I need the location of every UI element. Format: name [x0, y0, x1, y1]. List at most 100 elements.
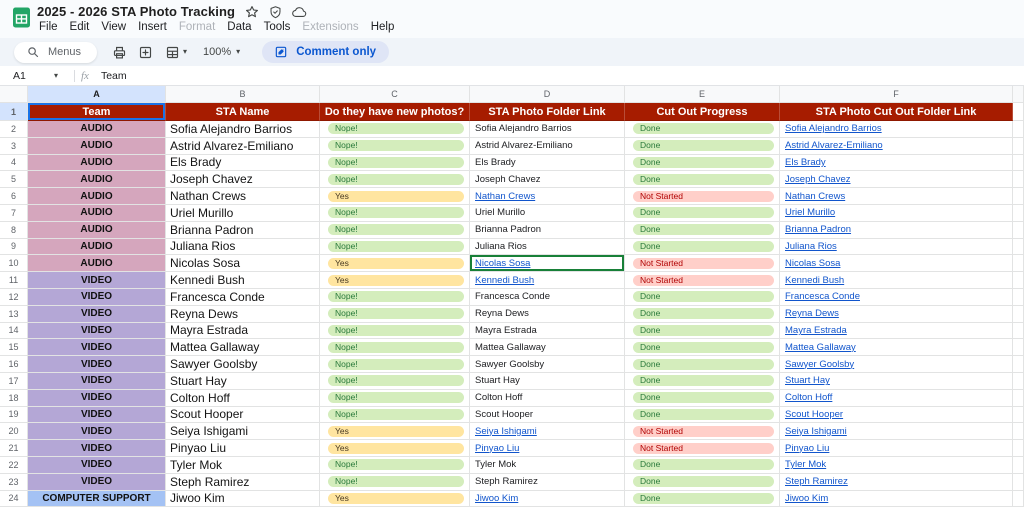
sta-name-cell[interactable]: Kennedi Bush [166, 272, 320, 289]
new-photos-chip[interactable]: Nope! [328, 224, 464, 235]
team-cell[interactable]: VIDEO [28, 457, 166, 474]
cutout-folder-cell[interactable]: Tyler Mok [780, 457, 1013, 474]
new-photos-cell[interactable]: Nope! [320, 222, 470, 239]
cutout-folder-cell[interactable]: Reyna Dews [780, 306, 1013, 323]
photo-folder-cell[interactable]: Francesca Conde [470, 289, 625, 306]
cutout-folder-link[interactable]: Juliana Rios [785, 241, 837, 252]
row-number[interactable]: 16 [0, 356, 28, 373]
cutout-folder-cell[interactable]: Nathan Crews [780, 188, 1013, 205]
photo-folder-cell[interactable]: Nicolas Sosa [470, 255, 625, 272]
cutout-folder-cell[interactable]: Astrid Alvarez-Emiliano [780, 138, 1013, 155]
photo-folder-cell[interactable]: Brianna Padron [470, 222, 625, 239]
team-cell[interactable]: VIDEO [28, 407, 166, 424]
document-title[interactable]: 2025 - 2026 STA Photo Tracking [37, 4, 235, 19]
empty-cell[interactable] [1013, 121, 1024, 138]
cutout-folder-link[interactable]: Brianna Padron [785, 224, 851, 235]
cutout-folder-link[interactable]: Nathan Crews [785, 191, 845, 202]
column-header-f[interactable]: F [780, 86, 1013, 103]
header-cell-new-photos[interactable]: Do they have new photos? [320, 103, 470, 121]
new-photos-cell[interactable]: Nope! [320, 306, 470, 323]
menu-item-file[interactable]: File [33, 20, 64, 34]
progress-chip[interactable]: Done [633, 359, 774, 370]
team-cell[interactable]: VIDEO [28, 323, 166, 340]
team-cell[interactable]: AUDIO [28, 205, 166, 222]
row-number[interactable]: 21 [0, 440, 28, 457]
sheets-logo-icon[interactable] [11, 7, 32, 28]
new-photos-chip[interactable]: Nope! [328, 409, 464, 420]
photo-folder-text[interactable]: Nicolas Sosa [475, 258, 530, 269]
printer-icon[interactable] [111, 44, 128, 61]
row-number[interactable]: 6 [0, 188, 28, 205]
cutout-folder-link[interactable]: Steph Ramirez [785, 476, 848, 487]
new-photos-cell[interactable]: Yes [320, 272, 470, 289]
progress-chip[interactable]: Done [633, 157, 774, 168]
sta-name-cell[interactable]: Stuart Hay [166, 373, 320, 390]
empty-cell[interactable] [1013, 440, 1024, 457]
new-photos-chip[interactable]: Yes [328, 258, 464, 269]
empty-cell[interactable] [1013, 323, 1024, 340]
progress-cell[interactable]: Done [625, 205, 780, 222]
new-photos-chip[interactable]: Nope! [328, 308, 464, 319]
cutout-folder-link[interactable]: Astrid Alvarez-Emiliano [785, 140, 883, 151]
team-cell[interactable]: VIDEO [28, 306, 166, 323]
empty-cell[interactable] [1013, 205, 1024, 222]
new-photos-cell[interactable]: Nope! [320, 390, 470, 407]
row-number[interactable]: 5 [0, 171, 28, 188]
progress-cell[interactable]: Done [625, 373, 780, 390]
new-photos-cell[interactable]: Yes [320, 440, 470, 457]
row-number[interactable]: 15 [0, 339, 28, 356]
photo-folder-text[interactable]: Pinyao Liu [475, 443, 519, 454]
progress-cell[interactable]: Done [625, 171, 780, 188]
cutout-folder-cell[interactable]: Sofia Alejandro Barrios [780, 121, 1013, 138]
team-cell[interactable]: AUDIO [28, 171, 166, 188]
cutout-folder-cell[interactable]: Els Brady [780, 155, 1013, 172]
team-cell[interactable]: VIDEO [28, 440, 166, 457]
team-cell[interactable]: VIDEO [28, 339, 166, 356]
cutout-folder-link[interactable]: Colton Hoff [785, 392, 832, 403]
team-cell[interactable]: VIDEO [28, 423, 166, 440]
cutout-folder-cell[interactable]: Sawyer Goolsby [780, 356, 1013, 373]
new-photos-chip[interactable]: Nope! [328, 359, 464, 370]
header-cell-team[interactable]: Team [28, 103, 166, 121]
sta-name-cell[interactable]: Colton Hoff [166, 390, 320, 407]
empty-cell[interactable] [1013, 103, 1024, 121]
cutout-folder-link[interactable]: Nicolas Sosa [785, 258, 840, 269]
column-header-a[interactable]: A [28, 86, 166, 103]
progress-cell[interactable]: Not Started [625, 440, 780, 457]
empty-cell[interactable] [1013, 457, 1024, 474]
sta-name-cell[interactable]: Nathan Crews [166, 188, 320, 205]
empty-cell[interactable] [1013, 407, 1024, 424]
sta-name-cell[interactable]: Mayra Estrada [166, 323, 320, 340]
team-cell[interactable]: VIDEO [28, 356, 166, 373]
column-header-e[interactable]: E [625, 86, 780, 103]
row-number[interactable]: 24 [0, 491, 28, 507]
cutout-folder-cell[interactable]: Colton Hoff [780, 390, 1013, 407]
new-photos-cell[interactable]: Nope! [320, 138, 470, 155]
empty-cell[interactable] [1013, 306, 1024, 323]
cutout-folder-cell[interactable]: Mayra Estrada [780, 323, 1013, 340]
sta-name-cell[interactable]: Astrid Alvarez-Emiliano [166, 138, 320, 155]
sta-name-cell[interactable]: Mattea Gallaway [166, 339, 320, 356]
row-number[interactable]: 18 [0, 390, 28, 407]
progress-chip[interactable]: Done [633, 140, 774, 151]
progress-chip[interactable]: Not Started [633, 275, 774, 286]
sta-name-cell[interactable]: Nicolas Sosa [166, 255, 320, 272]
cutout-folder-link[interactable]: Kennedi Bush [785, 275, 844, 286]
menu-item-view[interactable]: View [95, 20, 132, 34]
new-photos-cell[interactable]: Yes [320, 188, 470, 205]
sta-name-cell[interactable]: Juliana Rios [166, 239, 320, 256]
new-photos-cell[interactable]: Nope! [320, 289, 470, 306]
new-photos-chip[interactable]: Nope! [328, 174, 464, 185]
progress-chip[interactable]: Done [633, 459, 774, 470]
photo-folder-cell[interactable]: Sawyer Goolsby [470, 356, 625, 373]
row-number[interactable]: 13 [0, 306, 28, 323]
select-all-corner[interactable] [0, 86, 28, 103]
cutout-folder-cell[interactable]: Mattea Gallaway [780, 339, 1013, 356]
row-number[interactable]: 7 [0, 205, 28, 222]
column-header-d[interactable]: D [470, 86, 625, 103]
empty-cell[interactable] [1013, 272, 1024, 289]
new-photos-chip[interactable]: Yes [328, 191, 464, 202]
row-number[interactable]: 22 [0, 457, 28, 474]
row-number[interactable]: 11 [0, 272, 28, 289]
new-photos-chip[interactable]: Nope! [328, 291, 464, 302]
